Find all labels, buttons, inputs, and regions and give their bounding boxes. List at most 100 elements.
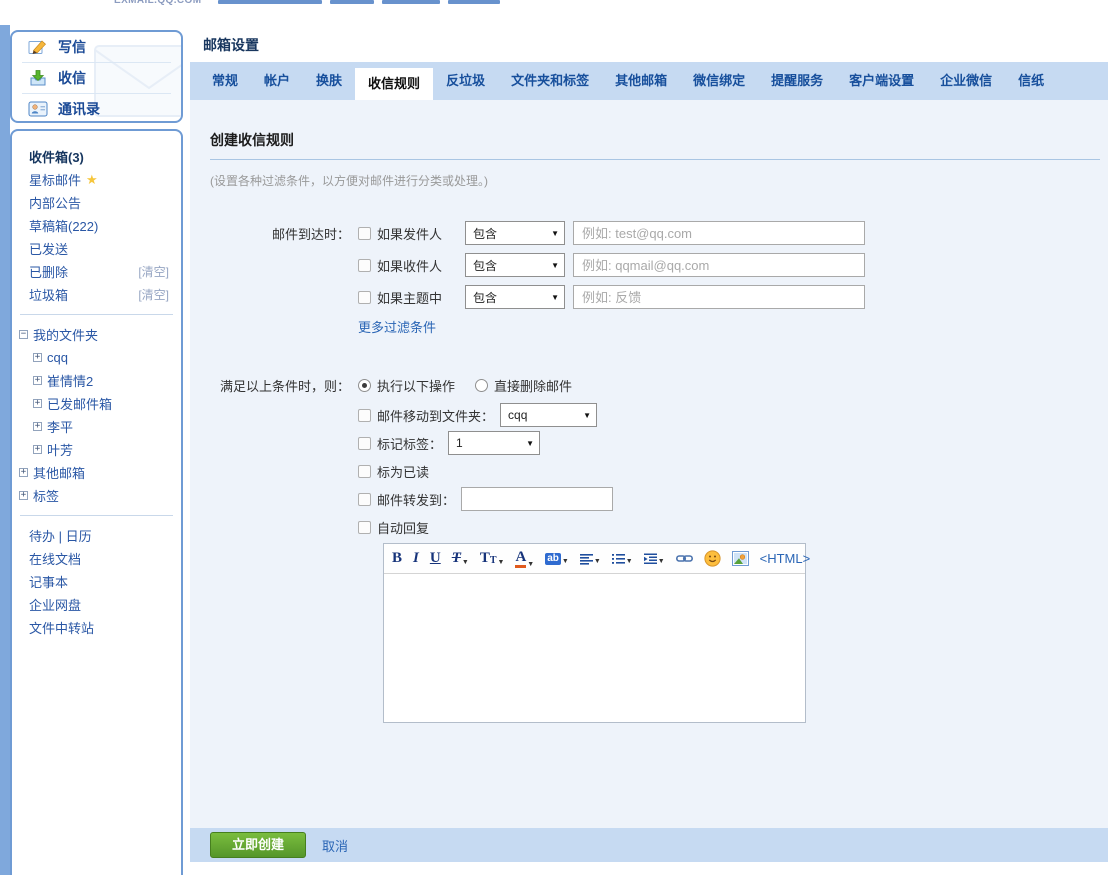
create-now-button[interactable]: 立即创建	[210, 832, 306, 858]
mark-read-checkbox[interactable]	[358, 465, 371, 478]
subject-condition-checkbox[interactable]	[358, 291, 371, 304]
contacts-icon	[28, 101, 48, 117]
empty-spam-link[interactable]: [清空]	[138, 286, 169, 303]
subject-match-select[interactable]: 包含 ▼	[465, 285, 565, 309]
forward-address-input[interactable]	[461, 487, 613, 511]
expand-icon[interactable]: +	[33, 376, 42, 385]
tag-select[interactable]: 1 ▼	[448, 431, 540, 455]
insert-image-icon[interactable]	[732, 551, 749, 566]
sidebar-tree-folder[interactable]: + 崔情情2	[12, 369, 181, 392]
highlight-color-icon[interactable]: ab▼	[545, 553, 569, 565]
sidebar-item-online-docs[interactable]: 在线文档	[12, 547, 181, 570]
tab-wework[interactable]: 企业微信	[927, 62, 1005, 100]
expand-icon[interactable]: +	[19, 491, 28, 500]
move-to-folder-checkbox[interactable]	[358, 409, 371, 422]
recipient-match-select[interactable]: 包含 ▼	[465, 253, 565, 277]
sidebar-tree-my-folders[interactable]: − 我的文件夹	[12, 323, 181, 346]
subject-value-input[interactable]	[573, 285, 865, 309]
tab-mail-rules[interactable]: 收信规则	[355, 68, 433, 100]
qqmail-settings-page: EXMAIL.QQ.COM 写信	[0, 0, 1108, 875]
font-color-icon[interactable]: A▼	[515, 550, 534, 568]
tab-account[interactable]: 帐户	[251, 62, 303, 100]
tab-stationery[interactable]: 信纸	[1005, 62, 1057, 100]
compose-panel: 写信 收信 通讯录	[10, 30, 183, 123]
html-source-button[interactable]: <HTML>	[760, 552, 811, 565]
expand-icon[interactable]: +	[19, 468, 28, 477]
strikethrough-icon[interactable]: T▼	[452, 551, 469, 566]
sidebar-tree-tags[interactable]: + 标签	[12, 484, 181, 507]
font-size-icon[interactable]: TT▼	[480, 551, 505, 566]
sidebar-item-netdisk[interactable]: 企业网盘	[12, 593, 181, 616]
expand-icon[interactable]: +	[33, 399, 42, 408]
indent-icon[interactable]: ▼	[644, 553, 665, 565]
recipient-condition-checkbox[interactable]	[358, 259, 371, 272]
move-folder-select[interactable]: cqq ▼	[500, 403, 597, 427]
expand-icon[interactable]: +	[33, 422, 42, 431]
sidebar-item-sent[interactable]: 已发送	[12, 237, 181, 260]
sender-match-select[interactable]: 包含 ▼	[465, 221, 565, 245]
sidebar-item-todo-calendar[interactable]: 待办 | 日历	[12, 524, 181, 547]
tab-general[interactable]: 常规	[199, 62, 251, 100]
mark-read-label: 标为已读	[377, 462, 429, 481]
editor-body[interactable]	[384, 574, 805, 722]
sidebar-item-deleted[interactable]: 已删除 [清空]	[12, 260, 181, 283]
compose-button[interactable]: 写信	[12, 32, 181, 62]
expand-icon[interactable]: +	[33, 445, 42, 454]
tab-client-settings[interactable]: 客户端设置	[836, 62, 927, 100]
divider	[20, 314, 173, 315]
empty-deleted-link[interactable]: [清空]	[138, 263, 169, 280]
tab-antispam[interactable]: 反垃圾	[433, 62, 498, 100]
divider	[20, 515, 173, 516]
masthead-link-fragment[interactable]	[382, 0, 440, 4]
contacts-button[interactable]: 通讯录	[12, 94, 181, 123]
bold-icon[interactable]: B	[392, 551, 402, 566]
more-filters-link[interactable]: 更多过滤条件	[358, 317, 436, 336]
italic-icon[interactable]: I	[413, 551, 419, 566]
sidebar-tree-folder[interactable]: + 李平	[12, 415, 181, 438]
sender-condition-checkbox[interactable]	[358, 227, 371, 240]
sender-value-input[interactable]	[573, 221, 865, 245]
autoreply-checkbox[interactable]	[358, 521, 371, 534]
chevron-down-icon: ▼	[551, 261, 559, 270]
chevron-down-icon: ▼	[551, 293, 559, 302]
chevron-down-icon: ▼	[498, 559, 505, 566]
expand-icon[interactable]: +	[33, 353, 42, 362]
inbox-check-label: 收信	[58, 68, 86, 88]
recipient-value-input[interactable]	[573, 253, 865, 277]
underline-icon[interactable]: U	[430, 551, 441, 566]
perform-actions-radio[interactable]	[358, 379, 371, 392]
sidebar-item-announcements[interactable]: 内部公告	[12, 191, 181, 214]
emoji-icon[interactable]	[704, 550, 721, 567]
masthead-link-fragment[interactable]	[218, 0, 322, 4]
masthead-link-fragment[interactable]	[330, 0, 374, 4]
list-icon[interactable]: ▼	[612, 553, 633, 565]
delete-directly-radio[interactable]	[475, 379, 488, 392]
tag-checkbox[interactable]	[358, 437, 371, 450]
tab-reminder[interactable]: 提醒服务	[758, 62, 836, 100]
sidebar-item-notes[interactable]: 记事本	[12, 570, 181, 593]
sidebar-item-spam[interactable]: 垃圾箱 [清空]	[12, 283, 181, 306]
tab-skin[interactable]: 换肤	[303, 62, 355, 100]
sidebar-tree-folder-cqq[interactable]: + cqq	[12, 346, 181, 369]
collapse-icon[interactable]: −	[19, 330, 28, 339]
sidebar-item-file-transfer[interactable]: 文件中转站	[12, 616, 181, 639]
sidebar-tree-folder[interactable]: + 叶芳	[12, 438, 181, 461]
page-edge-strip	[0, 25, 10, 875]
chevron-down-icon: ▼	[562, 558, 569, 565]
masthead-link-fragment[interactable]	[448, 0, 500, 4]
sidebar-item-starred[interactable]: 星标邮件 ★	[12, 168, 181, 191]
tab-folders-tags[interactable]: 文件夹和标签	[498, 62, 602, 100]
sidebar: 写信 收信 通讯录	[10, 30, 183, 875]
sidebar-tree-other-accounts[interactable]: + 其他邮箱	[12, 461, 181, 484]
sidebar-item-drafts[interactable]: 草稿箱(222)	[12, 214, 181, 237]
forward-checkbox[interactable]	[358, 493, 371, 506]
sidebar-item-inbox[interactable]: 收件箱(3)	[12, 145, 181, 168]
tab-wechat-bind[interactable]: 微信绑定	[680, 62, 758, 100]
sidebar-tree-folder[interactable]: + 已发邮件箱	[12, 392, 181, 415]
cancel-link[interactable]: 取消	[322, 836, 348, 855]
hyperlink-icon[interactable]	[676, 553, 693, 564]
tab-other-accounts[interactable]: 其他邮箱	[602, 62, 680, 100]
align-icon[interactable]: ▼	[580, 553, 601, 565]
inbox-check-button[interactable]: 收信	[12, 63, 181, 93]
chevron-down-icon: ▼	[583, 411, 591, 420]
